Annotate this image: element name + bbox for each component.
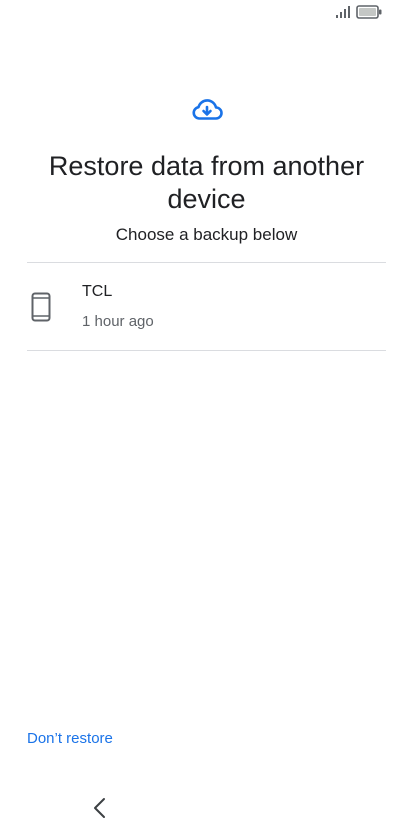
back-chevron-icon[interactable] [89,795,111,821]
cloud-download-icon [192,99,223,120]
divider [27,350,386,351]
battery-icon [356,5,382,19]
backup-device-name: TCL [82,283,113,300]
page-subtitle: Choose a backup below [115,225,298,244]
page-title: Restore data from another device [48,151,365,214]
backup-list-item[interactable]: TCL 1 hour ago [27,263,386,350]
backup-timestamp: 1 hour ago [82,313,154,330]
status-bar [0,0,413,22]
dont-restore-button[interactable]: Don’t restore [27,729,113,749]
phone-icon [31,292,51,322]
signal-bars-icon [336,6,350,18]
